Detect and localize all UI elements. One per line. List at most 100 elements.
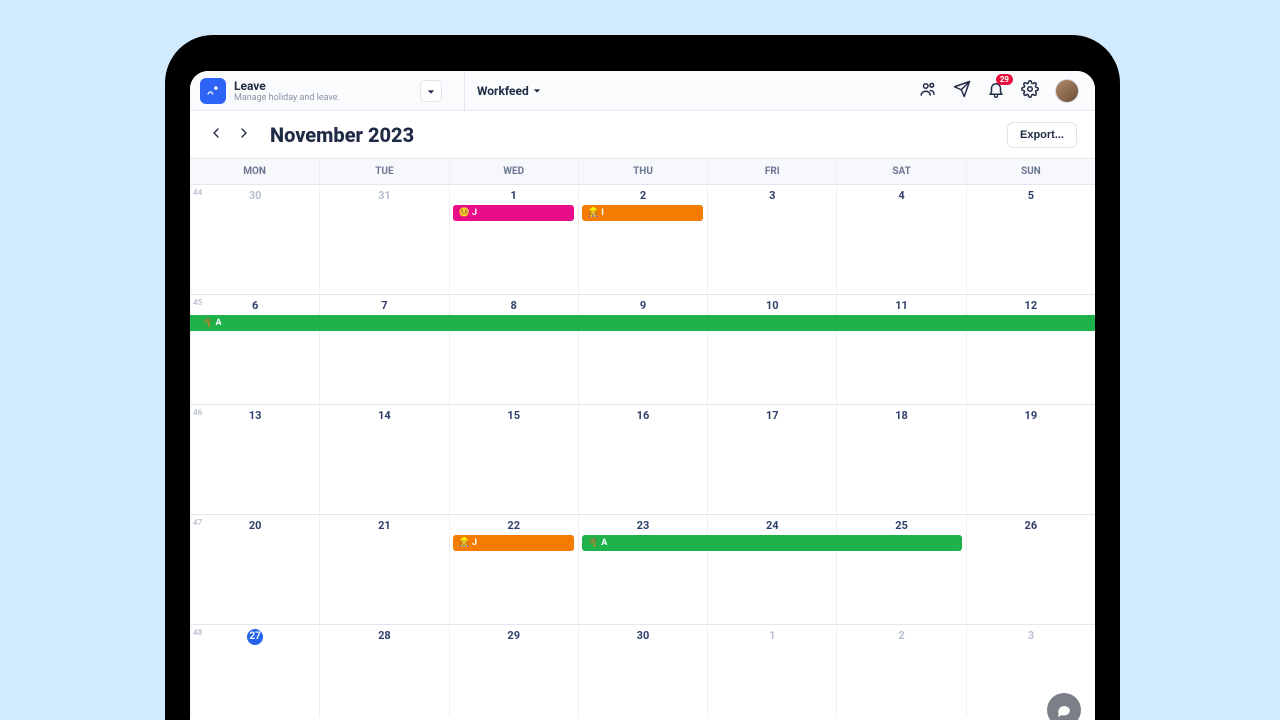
day-number: 18: [895, 409, 908, 422]
day-cell[interactable]: 9: [578, 295, 707, 404]
day-cell[interactable]: 13: [190, 405, 319, 514]
day-cell[interactable]: 25: [836, 515, 965, 624]
day-cell[interactable]: 30: [190, 185, 319, 294]
day-number: 17: [766, 409, 779, 422]
day-cell[interactable]: 5: [966, 185, 1095, 294]
day-number: 11: [895, 299, 908, 312]
calendar: MONTUEWEDTHUFRISATSUN 44303112345🤒 J👷 I4…: [190, 159, 1095, 717]
notifications-button[interactable]: 29: [987, 80, 1005, 102]
day-number: 10: [766, 299, 779, 312]
app-title: Leave: [234, 79, 340, 93]
day-number: 7: [381, 299, 387, 312]
top-bar: Leave Manage holiday and leave. Workfeed…: [190, 71, 1095, 111]
day-cell[interactable]: 8: [449, 295, 578, 404]
day-number: 14: [378, 409, 391, 422]
day-header: MON: [190, 159, 319, 184]
day-cell[interactable]: 19: [966, 405, 1095, 514]
day-cell[interactable]: 17: [707, 405, 836, 514]
day-number: 9: [640, 299, 646, 312]
day-cell[interactable]: 22: [449, 515, 578, 624]
week-row: 456789101112🌴 A: [190, 295, 1095, 405]
day-cell[interactable]: 24: [707, 515, 836, 624]
day-cell[interactable]: 23: [578, 515, 707, 624]
day-cell[interactable]: 27: [190, 625, 319, 717]
calendar-rows: 44303112345🤒 J👷 I456789101112🌴 A46131415…: [190, 185, 1095, 717]
day-cell[interactable]: 2: [836, 625, 965, 717]
day-cell[interactable]: 2: [578, 185, 707, 294]
day-number: 22: [507, 519, 520, 532]
day-cell[interactable]: 3: [707, 185, 836, 294]
workspace-label: Workfeed: [477, 84, 529, 98]
prev-month-button[interactable]: [208, 125, 224, 145]
day-cell[interactable]: 30: [578, 625, 707, 717]
people-icon[interactable]: [919, 80, 937, 102]
leave-app-icon: [200, 78, 226, 104]
tablet-frame: Leave Manage holiday and leave. Workfeed…: [165, 35, 1120, 720]
day-cell[interactable]: 14: [319, 405, 448, 514]
day-number: 3: [769, 189, 775, 202]
day-cell[interactable]: 28: [319, 625, 448, 717]
day-header: THU: [578, 159, 707, 184]
day-cell[interactable]: 29: [449, 625, 578, 717]
day-number: 19: [1025, 409, 1038, 422]
day-number: 12: [1025, 299, 1038, 312]
day-number: 2: [898, 629, 904, 642]
day-number: 25: [895, 519, 908, 532]
day-cell[interactable]: 16: [578, 405, 707, 514]
app-subtitle: Manage holiday and leave.: [234, 93, 340, 103]
day-number: 31: [378, 189, 391, 202]
send-icon[interactable]: [953, 80, 971, 102]
settings-icon[interactable]: [1021, 80, 1039, 102]
day-number: 21: [378, 519, 391, 532]
day-cell[interactable]: 1: [449, 185, 578, 294]
day-cell[interactable]: 15: [449, 405, 578, 514]
workspace-dropdown[interactable]: Workfeed: [477, 84, 541, 98]
leave-event[interactable]: 👷 J: [453, 535, 574, 551]
month-title: November 2023: [270, 123, 414, 147]
week-row: 44303112345🤒 J👷 I: [190, 185, 1095, 295]
day-header: WED: [449, 159, 578, 184]
day-cell[interactable]: 20: [190, 515, 319, 624]
export-button[interactable]: Export...: [1007, 122, 1077, 148]
day-number: 30: [637, 629, 650, 642]
notification-badge: 29: [996, 74, 1013, 85]
day-cell[interactable]: 6: [190, 295, 319, 404]
day-number: 30: [249, 189, 262, 202]
day-cell[interactable]: 18: [836, 405, 965, 514]
day-number: 15: [507, 409, 520, 422]
day-header: SAT: [836, 159, 965, 184]
day-cell[interactable]: 31: [319, 185, 448, 294]
day-cell[interactable]: 4: [836, 185, 965, 294]
day-cell[interactable]: 12: [966, 295, 1095, 404]
day-number: 1: [511, 189, 517, 202]
day-headers: MONTUEWEDTHUFRISATSUN: [190, 159, 1095, 185]
week-row: 4613141516171819: [190, 405, 1095, 515]
day-cell[interactable]: 1: [707, 625, 836, 717]
day-number: 28: [378, 629, 391, 642]
day-cell[interactable]: 21: [319, 515, 448, 624]
leave-event[interactable]: 👷 I: [582, 205, 703, 221]
leave-event[interactable]: 🌴 A: [582, 535, 962, 551]
divider: [464, 71, 465, 111]
leave-event[interactable]: 🌴 A: [190, 315, 1095, 331]
user-avatar[interactable]: [1055, 79, 1079, 103]
day-number: 1: [769, 629, 775, 642]
day-number: 23: [637, 519, 650, 532]
day-number: 2: [640, 189, 646, 202]
day-number: 6: [252, 299, 258, 312]
day-number: 20: [249, 519, 262, 532]
day-cell[interactable]: 10: [707, 295, 836, 404]
app-switcher-dropdown[interactable]: [420, 80, 442, 102]
app-switcher-block: Leave Manage holiday and leave.: [190, 78, 452, 104]
day-number: 26: [1025, 519, 1038, 532]
day-number: 27: [247, 629, 263, 645]
day-number: 5: [1028, 189, 1034, 202]
next-month-button[interactable]: [236, 125, 252, 145]
chat-fab[interactable]: [1047, 693, 1081, 720]
day-header: TUE: [319, 159, 448, 184]
week-row: 4827282930123: [190, 625, 1095, 717]
day-cell[interactable]: 7: [319, 295, 448, 404]
day-cell[interactable]: 11: [836, 295, 965, 404]
leave-event[interactable]: 🤒 J: [453, 205, 574, 221]
day-cell[interactable]: 26: [966, 515, 1095, 624]
